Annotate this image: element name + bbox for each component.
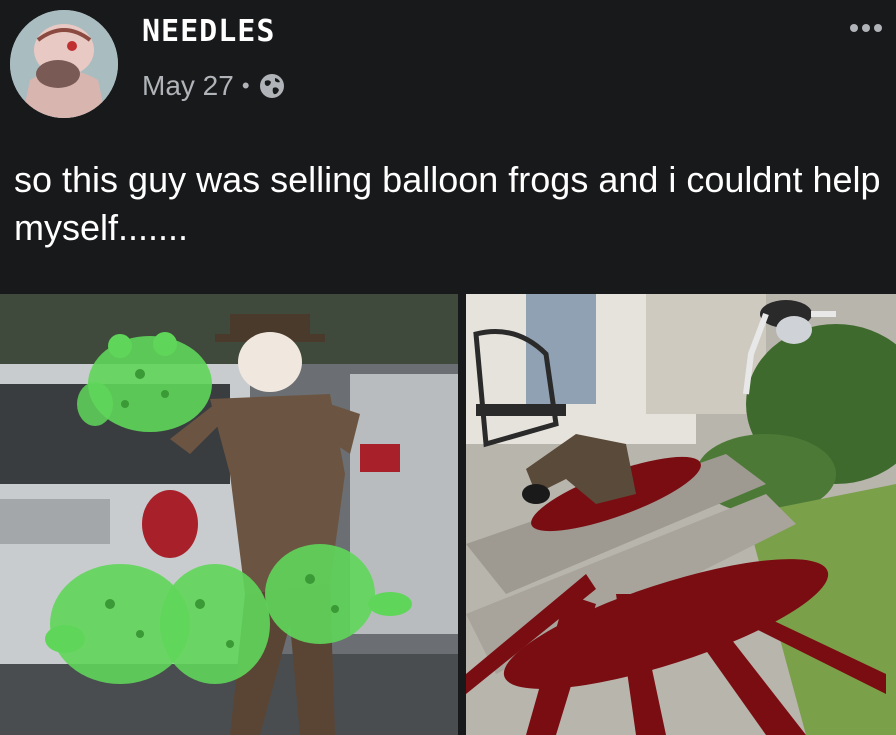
post-date[interactable]: May 27: [142, 70, 234, 102]
more-horizontal-icon: [850, 24, 858, 32]
author-name[interactable]: NEEDLES: [142, 14, 275, 49]
photo-balloon-frogs[interactable]: [0, 294, 458, 735]
post-meta: May 27 •: [142, 70, 286, 102]
more-options-button[interactable]: [844, 12, 888, 44]
photo-aftermath[interactable]: [466, 294, 896, 735]
author-avatar[interactable]: [10, 10, 118, 118]
post-text: so this guy was selling balloon frogs an…: [14, 159, 881, 248]
post-header: NEEDLES May 27 •: [0, 0, 896, 120]
globe-icon[interactable]: [258, 72, 286, 100]
meta-separator: •: [241, 73, 250, 98]
